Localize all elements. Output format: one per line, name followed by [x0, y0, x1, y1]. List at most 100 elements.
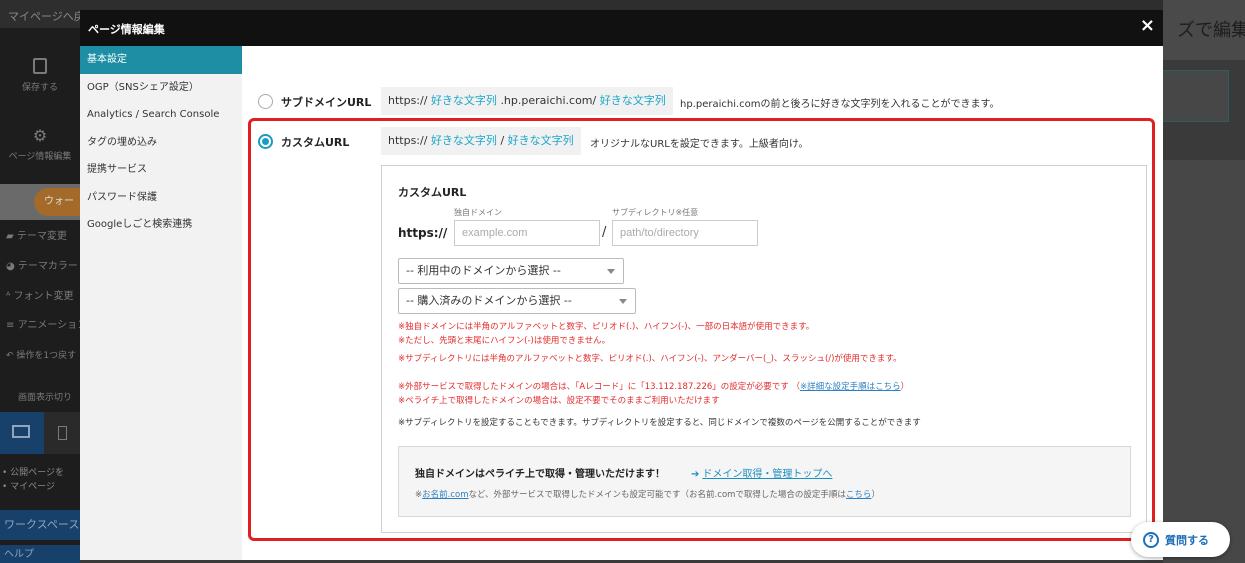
animation-item[interactable]: ≡ アニメーション [0, 311, 80, 341]
custom-url-pattern: https:// 好きな文字列 / 好きな文字列 [381, 127, 581, 155]
question-icon: ? [1143, 532, 1159, 548]
undo-icon: ↶ [6, 351, 17, 361]
custom-url-description: オリジナルなURLを設定できます。上級者向け。 [590, 139, 809, 150]
desktop-view-button[interactable] [0, 412, 44, 454]
subdirectory-info-note: ※サブディレクトリを設定することもできます。サブディレクトリを設定すると、同じド… [398, 418, 921, 428]
save-icon [33, 58, 47, 74]
desktop-icon [12, 425, 30, 438]
palette-icon: ◕ [6, 261, 18, 272]
nav-item-analytics[interactable]: Analytics / Search Console [80, 101, 242, 129]
modal-header: ページ情報編集 × [80, 10, 1163, 46]
public-page-link[interactable]: • 公開ページを [2, 466, 64, 480]
domain-management-link-text: ドメイン取得・管理トップへ [702, 469, 833, 480]
background-orange-tab: ウォー [0, 184, 80, 220]
in-use-domain-select-value: -- 利用中のドメインから選択 -- [406, 264, 561, 277]
subdomain-description: hp.peraichi.comの前と後ろに好きな文字列を入れることができます。 [680, 99, 1000, 110]
bottom-help-bar[interactable]: ヘルプ [0, 545, 80, 563]
promo-subnote-text: など、外部サービスで取得したドメインも設定可能です（お名前.comで取得した場合… [468, 490, 846, 500]
subdomain-part2: 好きな文字列 [599, 94, 666, 107]
detailed-setup-link[interactable]: ※詳細な設定手順はこちら [800, 382, 901, 392]
display-toggle-label: 画面表示切り [18, 393, 73, 403]
mobile-view-button[interactable] [58, 426, 67, 440]
chevron-down-icon [619, 299, 627, 304]
subdomain-url-pattern: https:// 好きな文字列 .hp.peraichi.com/ 好きな文字列 [381, 87, 673, 115]
nav-item-partner-services[interactable]: 提携サービス [80, 156, 242, 184]
domain-caption: 独自ドメイン [454, 208, 502, 217]
undo-label: 操作を1つ戻す [16, 351, 77, 361]
domain-char-note: ※独自ドメインには半角のアルファベットと数字、ピリオド(.)、ハイフン(-)、一… [398, 322, 815, 332]
subdirectory-input[interactable] [612, 220, 758, 246]
subdirectory-caption: サブディレクトリ※任意 [612, 208, 699, 217]
url-slash: / [602, 225, 607, 240]
main-title-fragment: ズで編集中 [1177, 20, 1245, 41]
gear-icon: ⚙ [32, 126, 48, 145]
nav-item-google-jobs[interactable]: Googleしごと検索連携 [80, 211, 242, 239]
nav-item-tag-embed[interactable]: タグの埋め込み [80, 129, 242, 157]
promo-heading: 独自ドメインはペライチ上で取得・管理いただけます！ [415, 469, 665, 480]
https-label: https:// [398, 226, 448, 240]
subdomain-prefix: https:// [388, 94, 428, 107]
peraichi-domain-note: ※ペライチ上で取得したドメインの場合は、設定不要でそのままご利用いただけます [398, 396, 720, 406]
theme-change-item[interactable]: ▰ テーマ変更 [0, 222, 80, 252]
custom-part1: 好きな文字列 [430, 134, 497, 147]
chevron-down-icon [607, 269, 615, 274]
page-info-edit-label: ページ情報編集 [8, 152, 72, 162]
ask-question-button[interactable]: ? 質問する [1131, 522, 1230, 557]
external-domain-note: ※外部サービスで取得したドメインの場合は、「Aレコード」に「13.112.187… [398, 380, 909, 392]
mypage-link[interactable]: • マイページ [2, 480, 64, 494]
modal-nav: 基本設定 OGP（SNSシェア設定） Analytics / Search Co… [80, 46, 242, 560]
hyphen-note: ※ただし、先頭と末尾にハイフン(-)は使用できません。 [398, 336, 611, 346]
promo-subnote: ※お名前.comなど、外部サービスで取得したドメインも設定可能です（お名前.co… [415, 488, 880, 500]
nav-item-basic-settings[interactable]: 基本設定 [80, 46, 242, 74]
in-use-domain-select[interactable]: -- 利用中のドメインから選択 -- [398, 258, 624, 284]
custom-part2: 好きな文字列 [507, 134, 574, 147]
orange-tab-label: ウォー [34, 188, 80, 216]
domain-management-link[interactable]: ➔ ドメイン取得・管理トップへ [691, 465, 832, 480]
brush-icon: ▰ [6, 231, 17, 242]
promo-subnote-close: ） [871, 490, 880, 500]
custom-url-label: カスタムURL [281, 136, 350, 149]
custom-separator: / [500, 134, 505, 147]
save-item[interactable]: 保存する [0, 58, 80, 93]
animation-icon: ≡ [6, 320, 18, 331]
page-info-edit-item[interactable]: ⚙ ページ情報編集 [0, 126, 80, 162]
sidebar-links: • 公開ページを • マイページ [2, 466, 64, 494]
custom-url-box-title: カスタムURL [398, 186, 467, 199]
setup-steps-link[interactable]: こちら [846, 490, 872, 500]
nav-item-ogp[interactable]: OGP（SNSシェア設定） [80, 74, 242, 102]
ask-question-label: 質問する [1165, 534, 1209, 547]
subdirectory-char-note: ※サブディレクトリには半角のアルファベットと数字、ピリオド(.)、ハイフン(-)… [398, 354, 902, 364]
close-icon[interactable]: × [1140, 16, 1155, 36]
theme-color-label: テーマカラー [17, 261, 78, 272]
save-label: 保存する [21, 83, 58, 93]
custom-url-settings-box: カスタムURL 独自ドメイン サブディレクトリ※任意 https:// / --… [381, 165, 1147, 533]
theme-change-label: テーマ変更 [16, 231, 67, 242]
onamae-link[interactable]: お名前.com [422, 490, 468, 500]
background-main-box [1163, 70, 1229, 122]
external-domain-note-text: ※外部サービスで取得したドメインの場合は、「Aレコード」に「13.112.187… [398, 382, 800, 392]
custom-url-radio[interactable] [258, 134, 273, 149]
subdomain-radio[interactable] [258, 94, 273, 109]
theme-color-item[interactable]: ◕ テーマカラー [0, 252, 80, 282]
background-main-panel [1163, 160, 1245, 563]
modal-title: ページ情報編集 [88, 23, 165, 36]
external-domain-note-close: ） [900, 382, 910, 392]
purchased-domain-select-value: -- 購入済みのドメインから選択 -- [406, 294, 572, 307]
font-change-label: フォント変更 [13, 291, 74, 302]
font-change-item[interactable]: ᴬ フォント変更 [0, 282, 80, 312]
display-toggle-group [0, 412, 80, 454]
background-main-header: ズで編集中 [1163, 0, 1245, 60]
domain-input[interactable] [454, 220, 600, 246]
undo-item[interactable]: ↶ 操作を1つ戻す [0, 345, 80, 379]
subdomain-part1: 好きな文字列 [430, 94, 497, 107]
workspace-button[interactable]: ワークスペース [0, 510, 80, 540]
subdomain-label: サブドメインURL [281, 96, 372, 109]
animation-label: アニメーション [17, 320, 80, 331]
subdomain-middle: .hp.peraichi.com/ [500, 94, 597, 107]
custom-prefix: https:// [388, 134, 428, 147]
purchased-domain-select[interactable]: -- 購入済みのドメインから選択 -- [398, 288, 636, 314]
font-icon: ᴬ [6, 291, 14, 302]
arrow-right-icon: ➔ [691, 469, 700, 480]
nav-item-password-protection[interactable]: パスワード保護 [80, 184, 242, 212]
domain-promo-box: 独自ドメインはペライチ上で取得・管理いただけます！ ➔ ドメイン取得・管理トップへ… [398, 446, 1131, 517]
